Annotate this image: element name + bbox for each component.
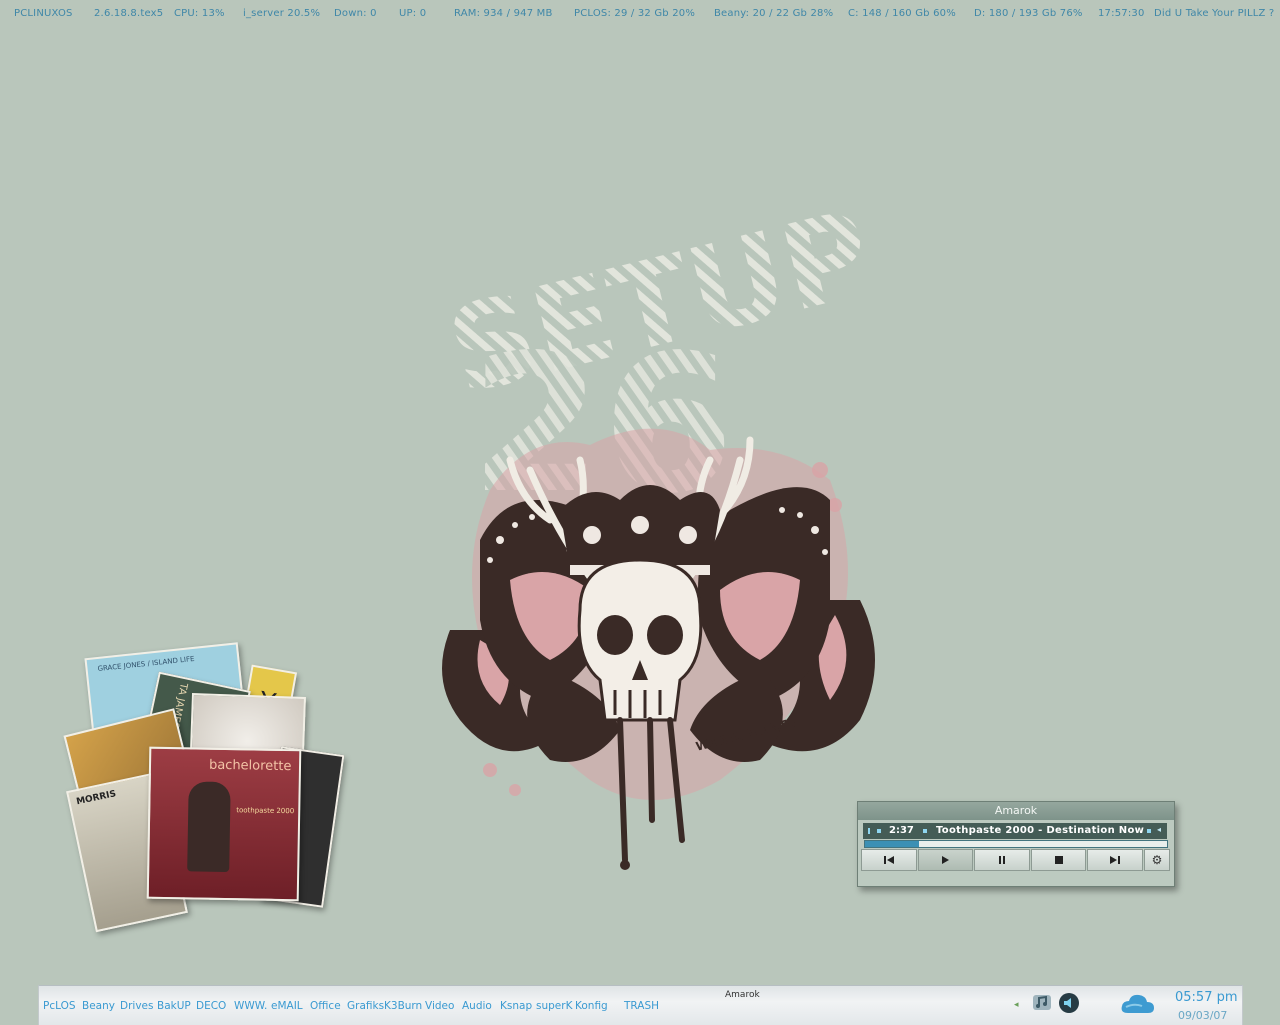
album-cover-bachelorette[interactable]: bachelorette toothpaste 2000 xyxy=(146,746,302,902)
launcher-backup[interactable]: BakUP xyxy=(157,1000,191,1012)
volume-tray-icon[interactable] xyxy=(1058,992,1080,1018)
launcher-office[interactable]: Office xyxy=(310,1000,341,1012)
previous-button[interactable] xyxy=(861,849,917,871)
launcher-ksnap[interactable]: Ksnap xyxy=(500,1000,532,1012)
weather-cloud-icon[interactable] xyxy=(1120,989,1156,1021)
distro-label: PCLINUXOS xyxy=(14,8,73,19)
taskbar: PcLOS Beany Drives BakUP DECO WWW. eMAIL… xyxy=(38,985,1243,1025)
launcher-beany[interactable]: Beany xyxy=(82,1000,115,1012)
taskbar-task-amarok[interactable]: Amarok xyxy=(725,990,760,1000)
amarok-tray-icon[interactable] xyxy=(1032,992,1052,1016)
track-progress-bar[interactable] xyxy=(864,840,1168,848)
bullet-icon xyxy=(1147,829,1151,833)
launcher-deco[interactable]: DECO xyxy=(196,1000,226,1012)
system-time: 17:57:30 xyxy=(1098,8,1145,19)
disk-beany: Beany: 20 / 22 Gb 28% xyxy=(714,8,834,19)
system-monitor-bar: PCLINUXOS 2.6.18.8.tex5 CPU: 13% i_serve… xyxy=(0,0,1280,26)
skull-crown-illustration: SETUP 26 WHATU WANTS xyxy=(435,184,884,870)
launcher-konfig[interactable]: Konfig xyxy=(575,1000,608,1012)
ram-usage: RAM: 934 / 947 MB xyxy=(454,8,553,19)
album-subtitle-toothpaste: toothpaste 2000 xyxy=(236,806,295,816)
next-icon xyxy=(1110,856,1121,864)
track-time: 2:37 xyxy=(889,825,914,836)
launcher-pclos[interactable]: PcLOS xyxy=(43,1000,76,1012)
track-progress-fill xyxy=(865,841,920,847)
track-title: Toothpaste 2000 - Destination Now xyxy=(936,825,1145,836)
amarok-title[interactable]: Amarok xyxy=(858,802,1174,820)
disk-d: D: 180 / 193 Gb 76% xyxy=(974,8,1083,19)
wallpaper-artwork: SETUP 26 WHATU WANTS xyxy=(420,160,890,880)
net-up: UP: 0 xyxy=(399,8,427,19)
clock-time[interactable]: 05:57 pm xyxy=(1175,990,1238,1005)
launcher-audio[interactable]: Audio xyxy=(462,1000,492,1012)
bullet-icon xyxy=(877,829,881,833)
volume-indicator-icon xyxy=(868,828,870,834)
disk-pclos: PCLOS: 29 / 32 Gb 20% xyxy=(574,8,696,19)
scroll-arrow-icon: ◂ xyxy=(1157,825,1162,834)
launcher-trash[interactable]: TRASH xyxy=(624,1000,659,1012)
amarok-track-display: 2:37 Toothpaste 2000 - Destination Now ◂ xyxy=(863,823,1167,839)
clock-date: 09/03/07 xyxy=(1178,1009,1228,1022)
tray-arrow-icon[interactable]: ◂ xyxy=(1014,1000,1019,1010)
net-down: Down: 0 xyxy=(334,8,377,19)
monitor-message: Did U Take Your PILLZ ? xyxy=(1154,8,1275,19)
amarok-player[interactable]: Amarok 2:37 Toothpaste 2000 - Destinatio… xyxy=(857,801,1175,887)
launcher-superk[interactable]: superK xyxy=(536,1000,572,1012)
settings-button[interactable]: ⚙ xyxy=(1143,849,1170,871)
launcher-drives[interactable]: Drives xyxy=(120,1000,153,1012)
xserver-usage: i_server 20.5% xyxy=(243,8,321,19)
album-label-grace-jones: GRACE JONES / ISLAND LIFE xyxy=(97,654,195,674)
album-title-bachelorette: bachelorette xyxy=(208,757,292,775)
album-label-morris: MORRIS xyxy=(75,789,118,808)
play-icon xyxy=(942,856,950,864)
album-figure xyxy=(187,781,231,873)
launcher-www[interactable]: WWW. xyxy=(234,1000,267,1012)
previous-icon xyxy=(883,856,894,864)
pause-button[interactable] xyxy=(974,849,1030,871)
album-cover-stack[interactable]: GRACE JONES / ISLAND LIFE Y TA JAMES MOR… xyxy=(60,640,350,940)
amarok-controls: ⚙ xyxy=(861,849,1171,871)
cpu-usage: CPU: 13% xyxy=(174,8,225,19)
disk-c: C: 148 / 160 Gb 60% xyxy=(848,8,956,19)
next-button[interactable] xyxy=(1087,849,1143,871)
launcher-grafiks[interactable]: Grafiks xyxy=(347,1000,384,1012)
launcher-email[interactable]: eMAIL xyxy=(271,1000,303,1012)
launcher-k3burn[interactable]: K3Burn xyxy=(384,1000,422,1012)
gear-icon: ⚙ xyxy=(1151,853,1163,867)
play-button[interactable] xyxy=(917,849,974,871)
launcher-video[interactable]: Video xyxy=(425,1000,454,1012)
stop-icon xyxy=(1054,856,1063,864)
pause-icon xyxy=(998,856,1005,864)
stop-button[interactable] xyxy=(1030,849,1087,871)
bullet-icon xyxy=(923,829,927,833)
kernel-version: 2.6.18.8.tex5 xyxy=(94,8,164,19)
